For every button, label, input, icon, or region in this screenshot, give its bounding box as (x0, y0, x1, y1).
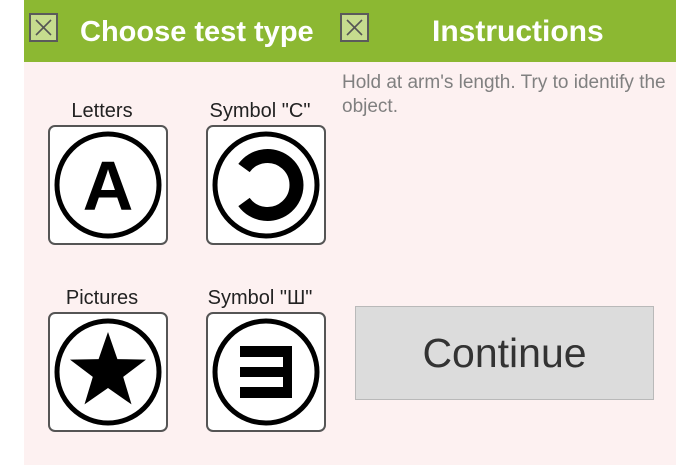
option-label: Symbol "C" (209, 100, 311, 122)
test-option-symbol-sh[interactable]: Symbol "Ш" (190, 286, 330, 446)
instructions-panel: Instructions Hold at arm's length. Try t… (336, 0, 676, 465)
option-card-pictures[interactable] (48, 312, 168, 432)
continue-button[interactable]: Continue (355, 306, 654, 400)
option-card-symbol-sh[interactable] (206, 312, 326, 432)
page-title: Instructions (432, 15, 604, 48)
header-bar: Instructions (336, 0, 676, 62)
option-card-symbol-c[interactable] (206, 125, 326, 245)
close-x-icon (35, 19, 52, 36)
option-label: Symbol "Ш" (207, 287, 313, 309)
option-label: Pictures (65, 287, 139, 309)
page-title: Choose test type (80, 16, 314, 48)
option-label: Letters (71, 100, 133, 122)
landolt-c-icon (212, 131, 320, 239)
test-option-symbol-c[interactable]: Symbol "C" (190, 99, 330, 259)
close-button[interactable] (340, 13, 369, 42)
star-icon (54, 318, 162, 426)
option-card-letters[interactable]: A (48, 125, 168, 245)
header-bar: Choose test type (24, 0, 336, 62)
close-x-icon (346, 19, 363, 36)
svg-text:A: A (83, 147, 134, 225)
tumbling-sh-icon (212, 318, 320, 426)
close-button[interactable] (29, 13, 58, 42)
letter-a-icon: A (54, 131, 162, 239)
test-type-panel: Choose test type Letters A Symbol "C" Pi… (24, 0, 336, 465)
test-option-pictures[interactable]: Pictures (32, 286, 172, 446)
instruction-text: Hold at arm's length. Try to identify th… (342, 72, 666, 117)
test-option-letters[interactable]: Letters A (32, 99, 172, 259)
